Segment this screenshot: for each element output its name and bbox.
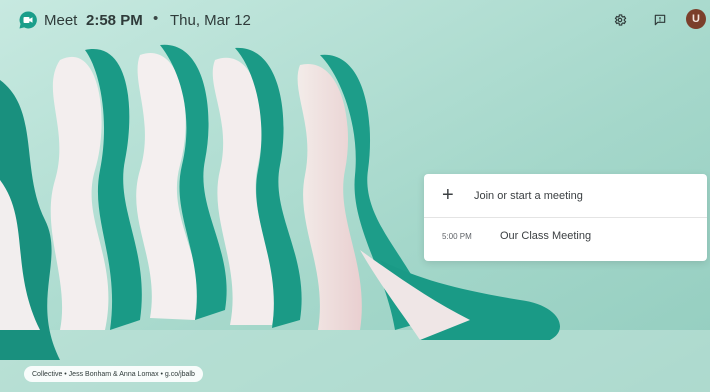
user-avatar[interactable]: U	[686, 9, 706, 29]
feedback-button[interactable]	[649, 9, 671, 31]
settings-button[interactable]	[609, 9, 631, 31]
join-meeting-row[interactable]: + Join or start a meeting	[424, 174, 707, 218]
wallpaper-credit[interactable]: Collective • Jess Bonham & Anna Lomax • …	[24, 366, 203, 382]
feedback-icon	[654, 14, 666, 26]
separator-dot: •	[153, 10, 159, 27]
settings-icon	[614, 14, 627, 26]
meeting-title: Our Class Meeting	[500, 230, 592, 242]
top-bar: Meet 2:58 PM • Thu, Mar 12 U	[0, 0, 710, 40]
meet-logo-icon	[19, 11, 37, 29]
current-time: 2:58 PM	[86, 12, 143, 29]
meeting-list-item[interactable]: 5:00 PM Our Class Meeting	[424, 218, 707, 261]
app-title: Meet	[44, 12, 78, 29]
join-meeting-label: Join or start a meeting	[474, 190, 583, 202]
current-date: Thu, Mar 12	[170, 12, 251, 29]
meeting-card: + Join or start a meeting 5:00 PM Our Cl…	[424, 174, 707, 261]
meeting-time: 5:00 PM	[442, 232, 472, 241]
plus-icon: +	[442, 184, 454, 206]
